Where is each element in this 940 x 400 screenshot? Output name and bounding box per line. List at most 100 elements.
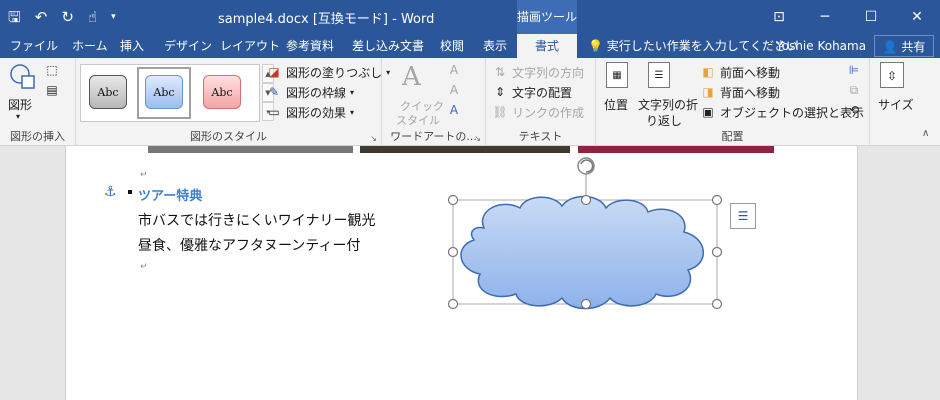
resize-handle-ne[interactable] (711, 194, 723, 206)
rotate-icon[interactable]: ⟲ (846, 102, 862, 118)
cloud-shape-selection[interactable] (444, 152, 734, 314)
chevron-down-icon[interactable]: ▾ (16, 112, 20, 121)
text-outline-icon[interactable]: A (446, 82, 462, 98)
dialog-launcher-icon[interactable]: ↘ (370, 134, 377, 143)
close-icon[interactable]: ✕ (894, 0, 940, 34)
shape-fill-label: 図形の塗りつぶし (286, 65, 383, 80)
pen-icon: ✎ (268, 85, 280, 99)
dialog-launcher-icon[interactable]: ↘ (474, 134, 481, 143)
layout-options-button[interactable]: ☰ (730, 203, 756, 229)
resize-handle-w[interactable] (447, 246, 459, 258)
shape-outline-button[interactable]: ✎ 図形の枠線 ▾ (266, 82, 354, 102)
touch-mode-icon[interactable]: ☝ (88, 6, 97, 28)
align-text-label: 文字の配置 (512, 85, 573, 100)
effects-icon: ▭ (268, 105, 280, 119)
person-icon: 👤 (882, 40, 898, 54)
tab-insert[interactable]: 挿入 (120, 34, 144, 58)
wrap-text-button-2[interactable]: り返し (646, 112, 682, 129)
cloud-shape[interactable] (460, 195, 705, 310)
bring-forward-label: 前面へ移動 (720, 65, 781, 80)
resize-handle-s[interactable] (580, 298, 592, 310)
rotate-handle[interactable] (577, 157, 595, 175)
customize-qat-icon[interactable]: ▾ (111, 6, 116, 28)
text-direction-label: 文字列の方向 (512, 65, 585, 80)
ribbon-display-icon[interactable]: ⊡ (756, 0, 802, 34)
tab-mailings[interactable]: 差し込み文書 (352, 34, 424, 58)
user-name[interactable]: Yoshie Kohama (776, 34, 866, 58)
save-icon[interactable]: 🖫 (8, 6, 21, 28)
position-button[interactable]: 位置 (604, 96, 628, 113)
drawing-tools-header: 描画ツール (517, 0, 577, 34)
size-icon[interactable]: ⇳ (880, 62, 904, 88)
group-label: 図形の挿入 (10, 130, 65, 143)
tab-design[interactable]: デザイン (164, 34, 212, 58)
size-button[interactable]: サイズ (878, 96, 914, 113)
collapse-ribbon-icon[interactable]: ∧ (922, 128, 929, 139)
style-blue[interactable]: Abc (145, 75, 183, 109)
doc-heading[interactable]: ツアー特典 (138, 185, 202, 204)
group-label: ワードアートの... (390, 130, 477, 143)
resize-handle-e[interactable] (711, 246, 723, 258)
tab-layout[interactable]: レイアウト (220, 34, 280, 58)
align-icon[interactable]: ⊫ (846, 62, 862, 78)
resize-handle-sw[interactable] (447, 298, 459, 310)
paragraph-mark: ↵ (140, 262, 148, 272)
minimize-icon[interactable]: ─ (802, 0, 848, 34)
wordart-icon[interactable]: A (402, 62, 421, 92)
group-insert-shapes: 図形 ▾ ⬚ ▤ 図形の挿入 (0, 58, 76, 146)
layout-options-icon: ☰ (737, 209, 749, 223)
create-link-button[interactable]: ⛓ リンクの作成 (492, 102, 584, 122)
bullet-marker (128, 190, 132, 194)
quick-styles-label-2[interactable]: スタイル (396, 112, 440, 128)
selection-pane-icon: ▣ (702, 105, 714, 119)
tab-file[interactable]: ファイル (10, 34, 58, 58)
chevron-down-icon: ▾ (350, 107, 355, 117)
resize-handle-se[interactable] (711, 298, 723, 310)
doc-line-1[interactable]: 市バスでは行きにくいワイナリー観光 (138, 210, 375, 230)
align-text-icon: ⇕ (494, 85, 506, 99)
tab-references[interactable]: 参考資料 (286, 34, 334, 58)
group-objects-icon[interactable]: ⧉ (846, 82, 862, 98)
wrap-text-button-1[interactable]: 文字列の折 (638, 96, 698, 113)
shapes-button[interactable]: 図形 (8, 96, 32, 113)
lightbulb-icon: 💡 (588, 39, 603, 53)
tell-me-box[interactable]: 💡 実行したい作業を入力してください (588, 34, 798, 58)
document-title: sample4.docx [互換モード] - Word (218, 12, 435, 27)
undo-icon[interactable]: ↶ (35, 6, 48, 28)
text-effects-icon[interactable]: A (446, 102, 462, 118)
window-controls: ⊡ ─ ☐ ✕ (756, 0, 940, 34)
style-red[interactable]: Abc (203, 75, 241, 109)
maximize-icon[interactable]: ☐ (848, 0, 894, 34)
ribbon: 図形 ▾ ⬚ ▤ 図形の挿入 Abc Abc Abc ▲ ▼ ▾ ◪ 図形の塗り… (0, 58, 940, 146)
edit-shape-icon[interactable]: ⬚ (44, 62, 60, 78)
position-icon[interactable]: ▦ (606, 62, 628, 88)
shape-effects-label: 図形の効果 (286, 105, 347, 120)
title-bar: 🖫 ↶ ↻ ☝ ▾ sample4.docx [互換モード] - Word 描画… (0, 0, 940, 34)
share-button[interactable]: 👤 共有 (874, 35, 934, 57)
send-backward-button[interactable]: ◨ 背面へ移動 (700, 82, 780, 102)
group-arrange: ▦ 位置 ☰ 文字列の折 り返し ◧ 前面へ移動 ◨ 背面へ移動 ▣ オブジェク… (596, 58, 870, 146)
shape-effects-button[interactable]: ▭ 図形の効果 ▾ (266, 102, 354, 122)
resize-handle-nw[interactable] (447, 194, 459, 206)
tab-home[interactable]: ホーム (72, 34, 108, 58)
shapes-icon[interactable] (8, 62, 38, 92)
tab-view[interactable]: 表示 (483, 34, 507, 58)
text-box-icon[interactable]: ▤ (44, 82, 60, 98)
group-label: テキスト (518, 130, 563, 143)
wrap-text-icon[interactable]: ☰ (648, 62, 670, 88)
text-fill-icon[interactable]: A (446, 62, 462, 78)
shape-fill-button[interactable]: ◪ 図形の塗りつぶし ▾ (266, 62, 390, 82)
create-link-label: リンクの作成 (512, 105, 585, 120)
selection-pane-button[interactable]: ▣ オブジェクトの選択と表示 (700, 102, 864, 122)
bring-forward-button[interactable]: ◧ 前面へ移動 (700, 62, 780, 82)
align-text-button[interactable]: ⇕ 文字の配置 (492, 82, 572, 102)
resize-handle-n[interactable] (580, 194, 592, 206)
redo-icon[interactable]: ↻ (61, 6, 74, 28)
style-gray[interactable]: Abc (89, 75, 127, 109)
text-direction-button[interactable]: ⇅ 文字列の方向 (492, 62, 584, 82)
tab-review[interactable]: 校閲 (440, 34, 464, 58)
share-label: 共有 (901, 40, 926, 54)
doc-line-2[interactable]: 昼食、優雅なアフタヌーンティー付 (138, 235, 360, 255)
tab-format[interactable]: 書式 (517, 34, 577, 58)
photo-strip-1 (148, 146, 353, 153)
